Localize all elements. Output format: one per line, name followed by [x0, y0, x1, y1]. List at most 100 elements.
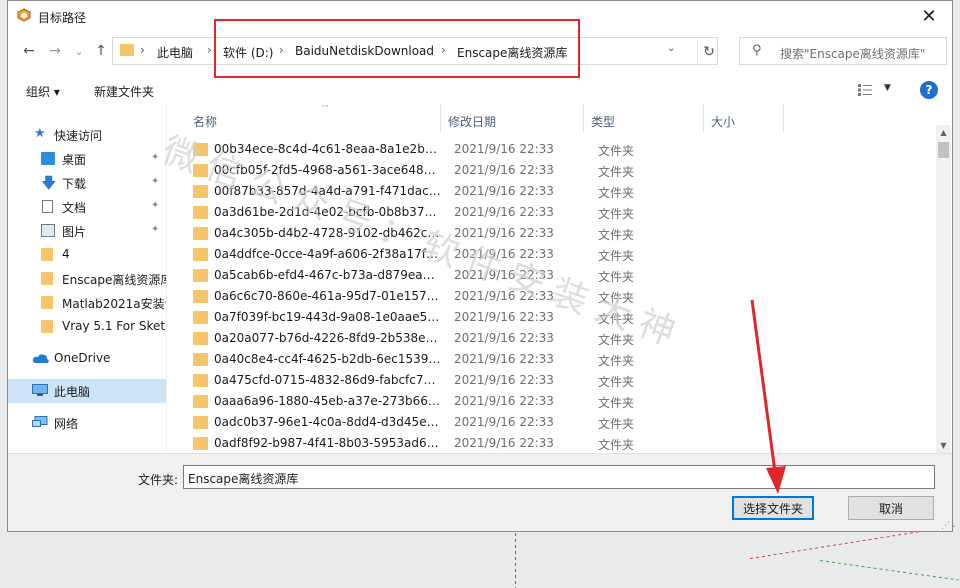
file-date: 2021/9/16 22:33: [454, 436, 554, 450]
file-type: 文件夹: [598, 333, 635, 347]
folder-field-label: 文件夹:: [138, 473, 179, 487]
file-type: 文件夹: [598, 270, 635, 284]
file-type: 文件夹: [598, 417, 635, 431]
breadcrumb-this-pc[interactable]: 此电脑: [157, 44, 193, 61]
search-icon: ⚲: [752, 43, 762, 58]
recent-locations-button[interactable]: ⌄: [70, 41, 88, 61]
folder-icon: [193, 290, 208, 303]
organize-menu[interactable]: 组织 ▾: [26, 83, 60, 100]
table-row[interactable]: 0a4ddfce-0cce-4a9f-a606-2f38a17f9fdf 2021…: [178, 244, 936, 265]
folder-name-input[interactable]: Enscape离线资源库: [183, 465, 935, 489]
sidebar-item-downloads[interactable]: 🡇 下载 ✦: [8, 171, 166, 195]
table-row[interactable]: 00f87b33-857d-4a4d-a791-f471dac7... 2021/…: [178, 181, 936, 202]
file-date: 2021/9/16 22:33: [454, 352, 554, 366]
sketchup-app-icon: [17, 8, 31, 22]
table-row[interactable]: 0a5cab6b-efd4-467c-b73a-d879ea71... 2021/…: [178, 265, 936, 286]
file-type: 文件夹: [598, 291, 635, 305]
pin-icon: ✦: [151, 200, 160, 211]
file-type: 文件夹: [598, 375, 635, 389]
file-list: 名称 ^ 修改日期 类型 大小 00b34ece-8c4d-4c61-8eaa-…: [178, 105, 936, 453]
up-button[interactable]: ↑: [92, 41, 110, 61]
table-row[interactable]: 0aaa6a96-1880-45eb-a37e-273b664... 2021/9…: [178, 391, 936, 412]
sidebar-item-folder-4[interactable]: 4: [8, 243, 166, 267]
folder-icon: [193, 206, 208, 219]
folder-icon: [193, 353, 208, 366]
search-box[interactable]: ⚲ 搜索"Enscape离线资源库": [739, 37, 947, 65]
file-type: 文件夹: [598, 186, 635, 200]
table-row[interactable]: 0a4c305b-d4b2-4728-9102-db462cf6... 2021/…: [178, 223, 936, 244]
table-row[interactable]: 00b34ece-8c4d-4c61-8eaa-8a1e2bb9... 2021/…: [178, 139, 936, 160]
sidebar-item-onedrive[interactable]: OneDrive: [8, 347, 166, 371]
file-date: 2021/9/16 22:33: [454, 247, 554, 261]
vertical-scrollbar[interactable]: ▲ ▼: [936, 125, 951, 453]
folder-icon: [193, 332, 208, 345]
scroll-thumb[interactable]: [938, 142, 949, 158]
sidebar-item-quick-access[interactable]: ★ 快速访问: [8, 123, 166, 147]
file-type: 文件夹: [598, 144, 635, 158]
file-type: 文件夹: [598, 207, 635, 221]
table-row[interactable]: 0a7f039f-bc19-443d-9a08-1e0aae5c2... 2021…: [178, 307, 936, 328]
table-row[interactable]: 00cfb05f-2fd5-4968-a561-3ace64860... 2021…: [178, 160, 936, 181]
sidebar-item-vray[interactable]: Vray 5.1 For SketchUp: [8, 315, 166, 339]
view-dropdown-icon[interactable]: ▼: [884, 83, 891, 93]
file-date: 2021/9/16 22:33: [454, 289, 554, 303]
new-folder-button[interactable]: 新建文件夹: [94, 83, 154, 100]
select-folder-button[interactable]: 选择文件夹: [732, 496, 814, 520]
column-header-size[interactable]: 大小: [704, 105, 784, 133]
cancel-button[interactable]: 取消: [848, 496, 934, 520]
refresh-icon: ↻: [703, 44, 715, 60]
file-name: 0a5cab6b-efd4-467c-b73a-d879ea71...: [214, 268, 441, 282]
forward-button[interactable]: →: [46, 41, 64, 61]
folder-icon: [193, 269, 208, 282]
axis-line-blue: [515, 533, 516, 588]
folder-icon: [193, 227, 208, 240]
sidebar-item-network[interactable]: 网络: [8, 411, 166, 435]
pin-icon: ✦: [151, 152, 160, 163]
file-date: 2021/9/16 22:33: [454, 163, 554, 177]
table-row[interactable]: 0a40c8e4-cc4f-4625-b2db-6ec15395... 2021/…: [178, 349, 936, 370]
scroll-down-icon[interactable]: ▼: [936, 438, 951, 453]
pin-icon: ✦: [151, 176, 160, 187]
command-toolbar: 组织 ▾ 新建文件夹 ▼ ?: [8, 75, 952, 105]
sidebar-item-desktop[interactable]: 桌面 ✦: [8, 147, 166, 171]
navigation-pane: ★ 快速访问 桌面 ✦ 🡇 下载 ✦ 文档 ✦ 图片 ✦ 4 Enscape离线…: [8, 105, 167, 453]
file-name: 0a475cfd-0715-4832-86d9-fabcfc79b...: [214, 373, 441, 387]
sidebar-item-matlab[interactable]: Matlab2021a安装包: [8, 291, 166, 315]
chevron-down-icon: ⌄: [74, 44, 84, 58]
back-button[interactable]: ←: [20, 41, 38, 61]
file-type: 文件夹: [598, 165, 635, 179]
file-date: 2021/9/16 22:33: [454, 184, 554, 198]
help-icon[interactable]: ?: [920, 81, 938, 99]
sidebar-item-pictures[interactable]: 图片 ✦: [8, 219, 166, 243]
table-row[interactable]: 0adc0b37-96e1-4c0a-8dd4-d3d45e2f... 2021/…: [178, 412, 936, 433]
close-icon: ✕: [921, 5, 937, 27]
view-options-icon[interactable]: [858, 84, 872, 96]
pane-divider: [166, 105, 167, 453]
close-button[interactable]: ✕: [906, 1, 952, 31]
column-header-name[interactable]: 名称 ^: [186, 105, 441, 133]
sidebar-item-this-pc[interactable]: 此电脑: [8, 379, 166, 403]
column-header-type[interactable]: 类型: [584, 105, 704, 133]
file-date: 2021/9/16 22:33: [454, 373, 554, 387]
sidebar-item-enscape[interactable]: Enscape离线资源库: [8, 267, 166, 291]
search-placeholder: 搜索"Enscape离线资源库": [780, 47, 926, 61]
table-row[interactable]: 0a20a077-b76d-4226-8fd9-2b538e88... 2021/…: [178, 328, 936, 349]
file-name: 0aaa6a96-1880-45eb-a37e-273b664...: [214, 394, 441, 408]
folder-icon: [193, 248, 208, 261]
file-type: 文件夹: [598, 438, 635, 452]
table-row[interactable]: 0adf8f92-b987-4f41-8b03-5953ad69f... 2021…: [178, 433, 936, 453]
sort-ascending-icon: ^: [321, 105, 330, 114]
address-dropdown-icon[interactable]: ⌄: [667, 43, 675, 54]
column-header-date[interactable]: 修改日期: [441, 105, 584, 133]
table-row[interactable]: 0a6c6c70-860e-461a-95d7-01e1577e... 2021/…: [178, 286, 936, 307]
refresh-button[interactable]: ↻: [697, 41, 720, 63]
file-date: 2021/9/16 22:33: [454, 310, 554, 324]
table-row[interactable]: 0a475cfd-0715-4832-86d9-fabcfc79b... 2021…: [178, 370, 936, 391]
table-row[interactable]: 0a3d61be-2d1d-4e02-bcfb-0b8b373... 2021/9…: [178, 202, 936, 223]
scroll-up-icon[interactable]: ▲: [936, 125, 951, 140]
sidebar-item-documents[interactable]: 文档 ✦: [8, 195, 166, 219]
file-date: 2021/9/16 22:33: [454, 331, 554, 345]
file-type: 文件夹: [598, 228, 635, 242]
resize-grip-icon[interactable]: ⋰: [941, 521, 950, 531]
download-icon: 🡇: [41, 174, 57, 192]
